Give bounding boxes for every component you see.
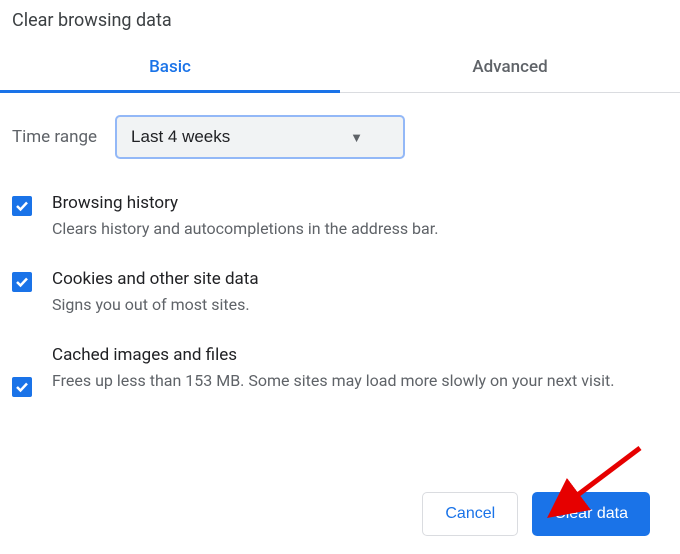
- checkbox-browsing-history[interactable]: [12, 196, 32, 216]
- option-cached: Cached images and files Frees up less th…: [12, 331, 668, 411]
- option-title: Cookies and other site data: [52, 269, 668, 289]
- tabs: Basic Advanced: [0, 47, 680, 93]
- tab-basic[interactable]: Basic: [0, 47, 340, 93]
- time-range-label: Time range: [12, 127, 97, 147]
- dialog-title: Clear browsing data: [0, 0, 680, 47]
- time-range-select[interactable]: Last 4 weeks ▼: [115, 115, 405, 159]
- cancel-button[interactable]: Cancel: [422, 492, 518, 536]
- option-description: Frees up less than 153 MB. Some sites ma…: [52, 369, 668, 393]
- option-browsing-history: Browsing history Clears history and auto…: [12, 179, 668, 255]
- option-title: Browsing history: [52, 193, 668, 213]
- checkbox-cached[interactable]: [12, 377, 32, 397]
- option-cookies: Cookies and other site data Signs you ou…: [12, 255, 668, 331]
- dialog-footer: Cancel Clear data: [422, 492, 650, 536]
- option-title: Cached images and files: [52, 345, 668, 365]
- time-range-row: Time range Last 4 weeks ▼: [0, 93, 680, 171]
- option-description: Clears history and autocompletions in th…: [52, 217, 668, 241]
- time-range-value: Last 4 weeks: [131, 127, 230, 147]
- checkbox-cookies[interactable]: [12, 272, 32, 292]
- tab-advanced[interactable]: Advanced: [340, 47, 680, 93]
- clear-data-button[interactable]: Clear data: [532, 492, 650, 536]
- checkmark-icon: [15, 275, 29, 289]
- checkmark-icon: [15, 380, 29, 394]
- option-description: Signs you out of most sites.: [52, 293, 668, 317]
- options-list: Browsing history Clears history and auto…: [0, 171, 680, 411]
- checkmark-icon: [15, 199, 29, 213]
- chevron-down-icon: ▼: [350, 130, 363, 145]
